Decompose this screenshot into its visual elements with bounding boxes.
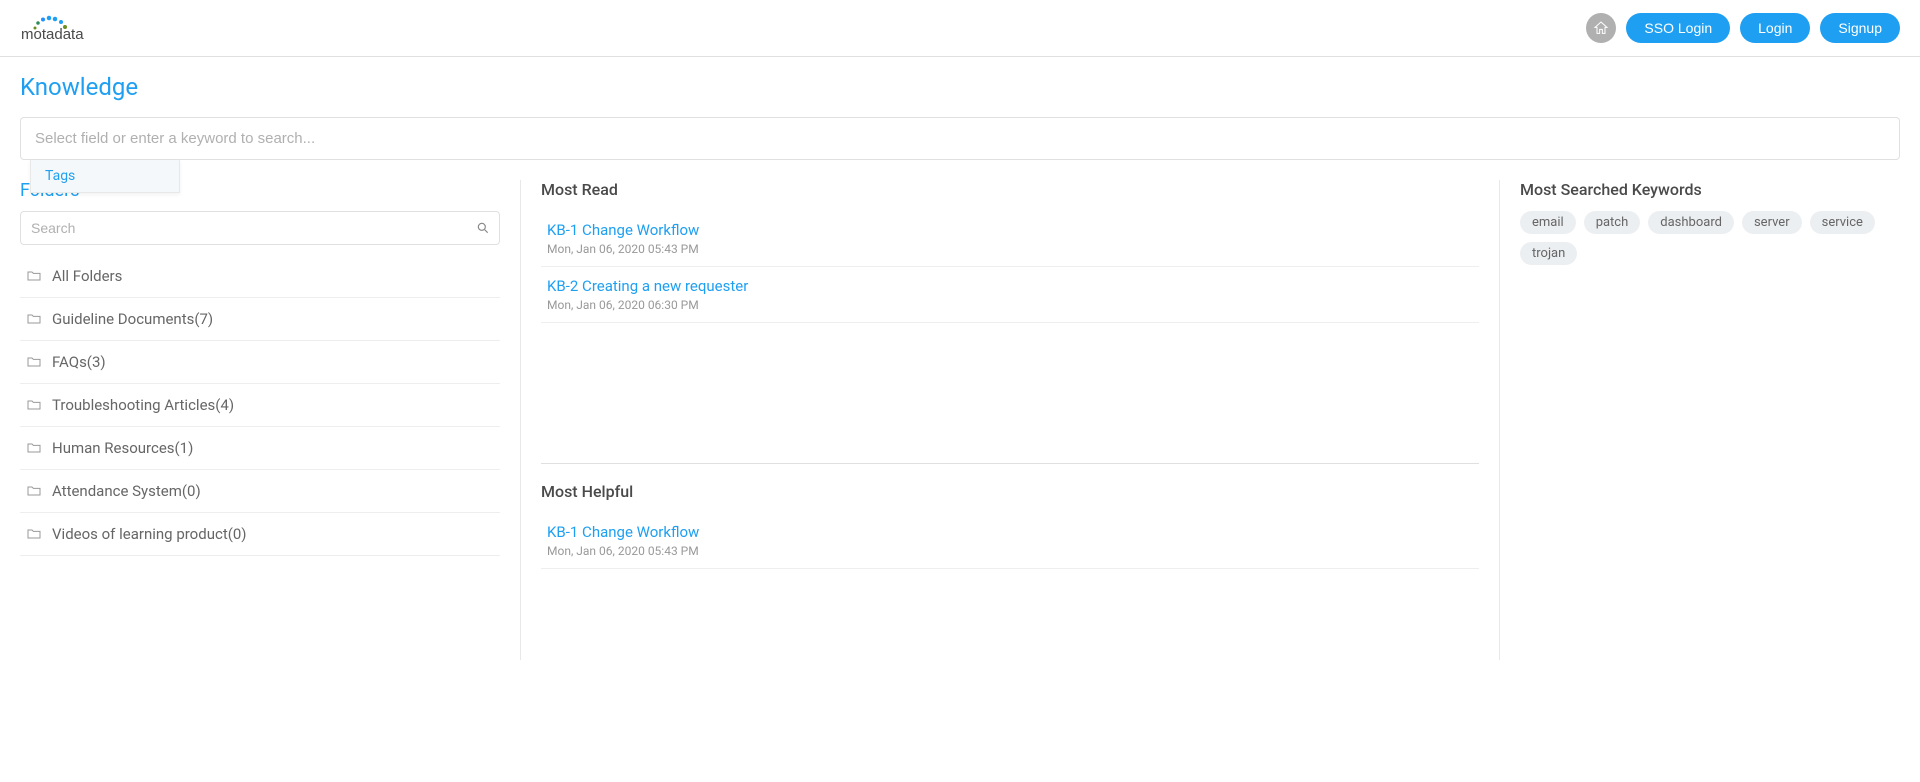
main-columns: Folders All Folders Guideline Documents(… xyxy=(0,180,1920,660)
article-link[interactable]: KB-1 Change Workflow xyxy=(547,221,1473,239)
folder-icon xyxy=(26,526,42,542)
folder-item[interactable]: Troubleshooting Articles(4) xyxy=(20,384,500,427)
header: motadata SSO Login Login Signup xyxy=(0,0,1920,57)
articles-column: Most Read KB-1 Change Workflow Mon, Jan … xyxy=(520,180,1500,660)
article-link[interactable]: KB-1 Change Workflow xyxy=(547,523,1473,541)
article-date: Mon, Jan 06, 2020 05:43 PM xyxy=(547,544,1473,558)
folder-label: All Folders xyxy=(52,267,122,285)
folder-label: Troubleshooting Articles(4) xyxy=(52,396,234,414)
header-actions: SSO Login Login Signup xyxy=(1586,13,1900,43)
article-item: KB-1 Change Workflow Mon, Jan 06, 2020 0… xyxy=(541,513,1479,569)
logo-icon: motadata xyxy=(20,8,140,48)
folder-icon xyxy=(26,483,42,499)
keywords-column: Most Searched Keywords email patch dashb… xyxy=(1500,180,1900,660)
folder-search-input[interactable] xyxy=(20,211,500,245)
folder-icon xyxy=(26,268,42,284)
keyword-tag[interactable]: patch xyxy=(1584,211,1641,234)
folder-icon xyxy=(26,311,42,327)
folder-item[interactable]: All Folders xyxy=(20,255,500,298)
folder-search-wrap xyxy=(20,211,500,245)
folders-column: Folders All Folders Guideline Documents(… xyxy=(20,180,520,660)
keyword-tag[interactable]: trojan xyxy=(1520,242,1577,265)
sso-login-button[interactable]: SSO Login xyxy=(1626,13,1730,43)
keyword-tags: email patch dashboard server service tro… xyxy=(1520,211,1900,265)
folder-item[interactable]: Videos of learning product(0) xyxy=(20,513,500,556)
folder-icon xyxy=(26,397,42,413)
folder-item[interactable]: FAQs(3) xyxy=(20,341,500,384)
article-link[interactable]: KB-2 Creating a new requester xyxy=(547,277,1473,295)
home-button[interactable] xyxy=(1586,13,1616,43)
article-item: KB-2 Creating a new requester Mon, Jan 0… xyxy=(541,267,1479,323)
folder-label: Videos of learning product(0) xyxy=(52,525,247,543)
folder-label: FAQs(3) xyxy=(52,353,106,371)
logo[interactable]: motadata xyxy=(20,8,140,48)
main-search-wrapper: Tags xyxy=(20,117,1900,160)
folder-item[interactable]: Attendance System(0) xyxy=(20,470,500,513)
signup-button[interactable]: Signup xyxy=(1820,13,1900,43)
home-icon xyxy=(1593,20,1609,36)
keywords-title: Most Searched Keywords xyxy=(1520,180,1900,199)
keyword-tag[interactable]: email xyxy=(1520,211,1576,234)
keyword-tag[interactable]: dashboard xyxy=(1648,211,1734,234)
most-read-title: Most Read xyxy=(541,180,1479,199)
login-button[interactable]: Login xyxy=(1740,13,1810,43)
folder-list: All Folders Guideline Documents(7) FAQs(… xyxy=(20,255,500,556)
most-read-list: KB-1 Change Workflow Mon, Jan 06, 2020 0… xyxy=(541,211,1479,323)
search-field-dropdown: Tags xyxy=(30,160,180,193)
folder-label: Human Resources(1) xyxy=(52,439,193,457)
keyword-tag[interactable]: server xyxy=(1742,211,1802,234)
folder-icon xyxy=(26,354,42,370)
search-dropdown-item-tags[interactable]: Tags xyxy=(31,160,179,192)
article-item: KB-1 Change Workflow Mon, Jan 06, 2020 0… xyxy=(541,211,1479,267)
folder-label: Attendance System(0) xyxy=(52,482,201,500)
folder-item[interactable]: Human Resources(1) xyxy=(20,427,500,470)
article-date: Mon, Jan 06, 2020 06:30 PM xyxy=(547,298,1473,312)
main-search-input[interactable] xyxy=(20,117,1900,160)
article-date: Mon, Jan 06, 2020 05:43 PM xyxy=(547,242,1473,256)
section-divider xyxy=(541,463,1479,464)
folder-icon xyxy=(26,440,42,456)
page-title: Knowledge xyxy=(0,57,1920,111)
most-helpful-list: KB-1 Change Workflow Mon, Jan 06, 2020 0… xyxy=(541,513,1479,569)
folder-label: Guideline Documents(7) xyxy=(52,310,213,328)
svg-text:motadata: motadata xyxy=(21,26,84,43)
search-icon xyxy=(476,221,490,235)
folder-item[interactable]: Guideline Documents(7) xyxy=(20,298,500,341)
most-helpful-title: Most Helpful xyxy=(541,482,1479,501)
keyword-tag[interactable]: service xyxy=(1810,211,1875,234)
